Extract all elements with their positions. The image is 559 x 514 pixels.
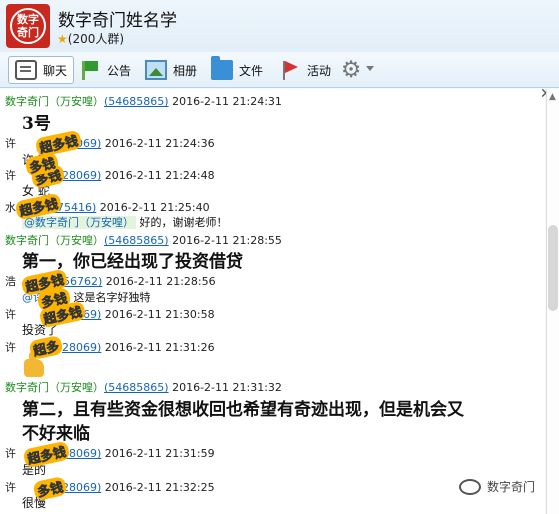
tab-files-label: 文件	[239, 63, 264, 78]
message-time: 2016-2-11 21:28:56	[105, 275, 216, 288]
star-icon: ★	[57, 32, 68, 46]
tab-activity-label: 活动	[307, 63, 332, 78]
sender-name[interactable]: 许	[5, 341, 16, 354]
folder-icon	[211, 56, 233, 80]
message-body: 这是名字好独特	[70, 291, 151, 304]
sender-name[interactable]: 许	[5, 447, 16, 460]
tab-activity[interactable]: 活动	[279, 56, 331, 84]
message-time: 2016-2-11 21:28:55	[172, 234, 282, 247]
sender-qq[interactable]: (54685865)	[104, 381, 169, 394]
sender-name[interactable]: 许	[5, 169, 16, 182]
sender-name[interactable]: 数字奇门（万安喤）	[5, 95, 104, 108]
sender-qq[interactable]: 28069)	[62, 481, 101, 494]
watermark-text: 数字奇门	[487, 480, 536, 494]
group-avatar[interactable]: 数字 奇门	[6, 4, 50, 48]
tab-album[interactable]: 相册	[145, 56, 197, 84]
sender-qq[interactable]: 28069)	[62, 169, 101, 182]
message-time: 2016-2-11 21:32:25	[104, 481, 215, 494]
message-text: @数字奇门（万安喤） 好的，谢谢老师！	[22, 214, 228, 230]
group-title[interactable]: 数字奇门姓名学	[58, 6, 177, 31]
avatar-text: 数字 奇门	[17, 13, 39, 39]
message-header: 数字奇门（万安喤）(54685865) 2016-2-11 21:24:31	[5, 93, 282, 109]
chevron-down-icon[interactable]	[366, 66, 374, 71]
sender-name[interactable]: 数字奇门（万安喤）	[5, 381, 104, 394]
message-time: 2016-2-11 21:25:40	[99, 201, 210, 214]
tab-notice-label: 公告	[107, 63, 132, 78]
member-count-label: (200人群)	[67, 32, 125, 46]
watermark: 数字奇门	[459, 478, 535, 495]
message-text-continued: 不好来临	[22, 424, 90, 444]
message-text: 3号	[22, 114, 51, 134]
sender-name[interactable]: 许	[5, 137, 16, 150]
thumbs-up-emoji-icon	[24, 352, 44, 377]
mention[interactable]: @数字奇门（万安喤）	[22, 216, 136, 229]
message-time: 2016-2-11 21:31:26	[104, 341, 215, 354]
flag-notice-icon	[79, 60, 101, 80]
sender-qq[interactable]: (54685865)	[104, 95, 169, 108]
message-time: 2016-2-11 21:24:48	[104, 169, 215, 182]
tab-album-label: 相册	[173, 63, 198, 78]
message-header: 数字奇门（万安喤）(54685865) 2016-2-11 21:28:55	[5, 232, 282, 248]
sender-name[interactable]: 水	[5, 201, 16, 214]
photo-icon	[145, 60, 167, 80]
scrollbar-thumb[interactable]	[548, 225, 558, 311]
message-text: 第二，且有些资金很想收回也希望有奇迹出现，但是机会又	[22, 400, 464, 420]
scroll-up-icon[interactable]: ▲	[549, 92, 556, 102]
message-header: 许28069) 2016-2-11 21:30:58	[5, 306, 215, 322]
message-time: 2016-2-11 21:31:32	[172, 381, 282, 394]
group-toolbar: 聊天 公告 相册 文件 活动	[0, 52, 559, 88]
tab-notice[interactable]: 公告	[79, 56, 131, 84]
sender-name[interactable]: 许	[5, 308, 16, 321]
sender-name[interactable]: 数字奇门（万安喤）	[5, 234, 104, 247]
tab-chat[interactable]: 聊天	[8, 56, 75, 84]
red-flag-icon	[279, 60, 301, 80]
sender-name[interactable]: 浩	[5, 275, 16, 288]
group-member-count: ★(200人群)	[57, 30, 124, 47]
message-header: 数字奇门（万安喤）(54685865) 2016-2-11 21:31:32	[5, 379, 282, 395]
gear-icon[interactable]: ⚙	[339, 58, 363, 82]
message-time: 2016-2-11 21:24:36	[104, 137, 215, 150]
message-time: 2016-2-11 21:24:31	[172, 95, 282, 108]
tab-files[interactable]: 文件	[211, 56, 263, 84]
message-body: 好的，谢谢老师！	[136, 216, 228, 229]
message-time: 2016-2-11 21:31:59	[104, 447, 215, 460]
chat-scrollbar[interactable]: ▲	[546, 89, 559, 514]
chat-history[interactable]: 数字奇门（万安喤）(54685865) 2016-2-11 21:24:31 3…	[0, 89, 545, 514]
group-header: 数字 奇门 数字奇门姓名学 ★(200人群)	[0, 0, 559, 52]
sender-qq[interactable]: 28069)	[62, 341, 101, 354]
message-text: 第一，你已经出现了投资借贷	[22, 252, 243, 272]
wechat-logo-icon	[459, 478, 481, 495]
sender-qq[interactable]: (54685865)	[104, 234, 169, 247]
chat-bubble-icon	[15, 60, 37, 80]
tab-chat-label: 聊天	[43, 63, 68, 78]
sender-name[interactable]: 许	[5, 481, 16, 494]
message-time: 2016-2-11 21:30:58	[104, 308, 215, 321]
